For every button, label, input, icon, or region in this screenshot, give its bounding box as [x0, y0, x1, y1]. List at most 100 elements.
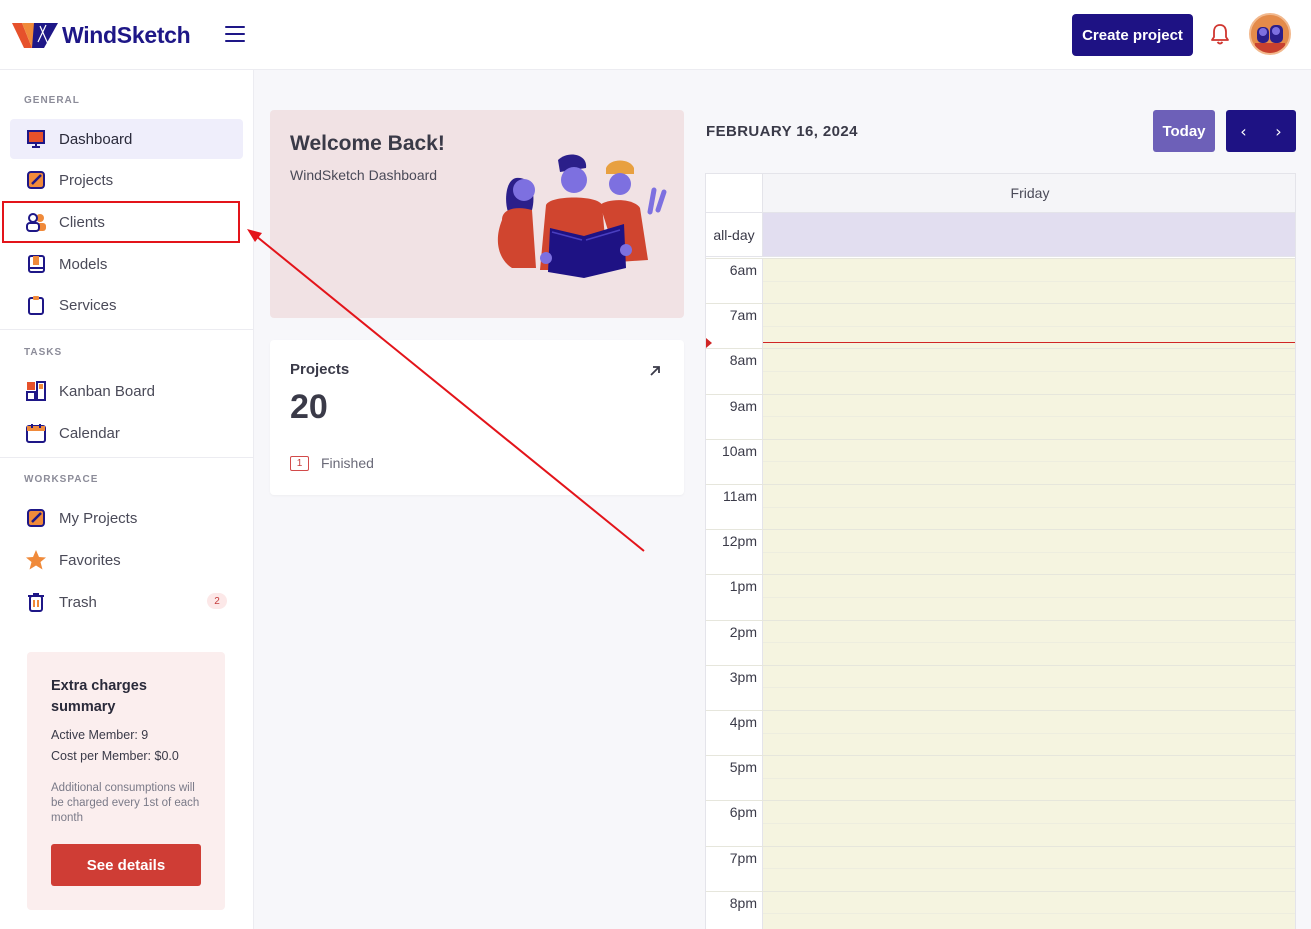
team-illustration-icon [497, 154, 667, 278]
finished-label: Finished [321, 455, 374, 471]
sidebar-item-label: My Projects [59, 509, 138, 527]
sidebar-item-label: Projects [59, 171, 114, 189]
hour-line [706, 845, 1295, 847]
time-label: 5pm [729, 759, 757, 776]
hour-line [706, 890, 1295, 892]
hour-line [706, 484, 1295, 485]
finished-count-badge: 1 [290, 456, 309, 471]
half-hour-line [763, 642, 1295, 644]
sidebar-item-favorites[interactable]: Favorites [10, 540, 243, 580]
hour-line [706, 393, 1295, 395]
sidebar-item-models[interactable]: Models [10, 244, 243, 284]
sidebar-item-kanban-board[interactable]: Kanban Board [10, 371, 243, 411]
half-hour-line [763, 732, 1295, 734]
edit-board-icon [25, 507, 47, 529]
half-hour-line [763, 913, 1295, 915]
sidebar-item-my-projects[interactable]: My Projects [10, 498, 243, 538]
half-hour-line [763, 280, 1295, 282]
calendar-icon [25, 422, 47, 444]
sidebar-item-projects[interactable]: Projects [10, 160, 243, 200]
time-label: 6am [729, 262, 757, 278]
section-label-workspace: WORKSPACE [24, 474, 99, 485]
half-hour-line [763, 461, 1295, 463]
now-indicator-arrow [706, 338, 712, 348]
trash-count-badge: 2 [207, 593, 227, 609]
projects-card: Projects 20 1 Finished [270, 340, 684, 495]
sidebar-item-services[interactable]: Services [10, 285, 243, 325]
create-project-button[interactable]: Create project [1072, 14, 1193, 56]
edit-board-icon [25, 169, 47, 191]
user-avatar[interactable] [1249, 13, 1291, 55]
cost-per-member-text: Cost per Member: $0.0 [51, 749, 179, 763]
day-column-header: Friday [763, 174, 1295, 213]
time-label: 2pm [729, 623, 757, 640]
bell-icon[interactable] [1209, 22, 1231, 46]
star-icon [25, 549, 47, 571]
sidebar-item-trash[interactable]: Trash 2 [10, 582, 243, 622]
sidebar-item-dashboard[interactable]: Dashboard [10, 119, 243, 159]
active-members-text: Active Member: 9 [51, 728, 149, 742]
hour-line [706, 755, 1295, 757]
hour-line [706, 303, 1295, 305]
all-day-slot[interactable] [763, 213, 1295, 257]
hour-line [706, 258, 1295, 259]
welcome-title: Welcome Back! [290, 132, 445, 155]
brand-name: WindSketch [62, 21, 191, 48]
half-hour-line [763, 868, 1295, 870]
half-hour-line [763, 371, 1295, 372]
external-link-icon[interactable] [648, 364, 662, 378]
kanban-icon [25, 380, 47, 402]
time-label: 8am [729, 352, 757, 369]
calendar-nav-group: ‹ › [1226, 110, 1296, 152]
sidebar-item-label: Calendar [59, 424, 120, 442]
avatar-illustration-icon [1251, 15, 1289, 53]
time-label: 12pm [721, 533, 757, 550]
hour-line [706, 710, 1295, 711]
time-label-column: 6am 7am 8am 9am 10am 11am 12pm 1pm 2pm 3pm 4pm 5pm 6… [706, 258, 763, 929]
time-label: 10am [721, 442, 757, 459]
menu-toggle-icon[interactable] [225, 26, 245, 42]
sidebar-item-label: Kanban Board [59, 382, 155, 400]
all-day-label: all-day [706, 213, 763, 257]
calendar-date-title: FEBRUARY 16, 2024 [706, 123, 858, 140]
logo[interactable]: WindSketch [12, 20, 191, 50]
sidebar-divider [0, 329, 253, 330]
sidebar-divider [0, 457, 253, 458]
time-grid-body[interactable] [763, 258, 1295, 929]
top-header: WindSketch Create project [0, 0, 1311, 70]
time-label: 7am [729, 307, 757, 324]
hour-line [706, 664, 1295, 666]
half-hour-line [763, 823, 1295, 824]
trash-icon [25, 591, 47, 613]
today-button[interactable]: Today [1153, 110, 1215, 152]
next-day-button[interactable]: › [1261, 110, 1296, 152]
charges-title: Extra charges summary [51, 678, 147, 715]
sidebar-item-calendar[interactable]: Calendar [10, 413, 243, 453]
logo-mark-icon [12, 23, 58, 48]
prev-day-button[interactable]: ‹ [1226, 110, 1261, 152]
sidebar-item-label: Trash [59, 593, 97, 611]
monitor-icon [25, 128, 47, 150]
half-hour-line [763, 777, 1295, 779]
half-hour-line [763, 687, 1295, 689]
section-label-general: GENERAL [24, 95, 80, 106]
hour-line [706, 619, 1295, 621]
see-details-button[interactable]: See details [51, 844, 201, 886]
hour-line [706, 348, 1295, 350]
time-label: 8pm [729, 894, 757, 911]
hour-line [706, 438, 1295, 440]
hour-line [706, 574, 1295, 576]
charges-note: Additional consumptions will be charged … [51, 782, 200, 824]
calendar-corner [706, 174, 763, 213]
half-hour-line [763, 597, 1295, 598]
sidebar-item-clients[interactable]: Clients [10, 202, 243, 242]
projects-card-title: Projects [290, 361, 350, 378]
sidebar-item-label: Services [59, 296, 117, 314]
users-icon [25, 211, 47, 233]
half-hour-line [763, 506, 1295, 508]
sidebar-item-label: Favorites [59, 551, 121, 569]
book-icon [25, 253, 47, 275]
hour-line [706, 529, 1295, 531]
time-label: 1pm [729, 578, 757, 595]
time-label: 3pm [729, 668, 757, 685]
